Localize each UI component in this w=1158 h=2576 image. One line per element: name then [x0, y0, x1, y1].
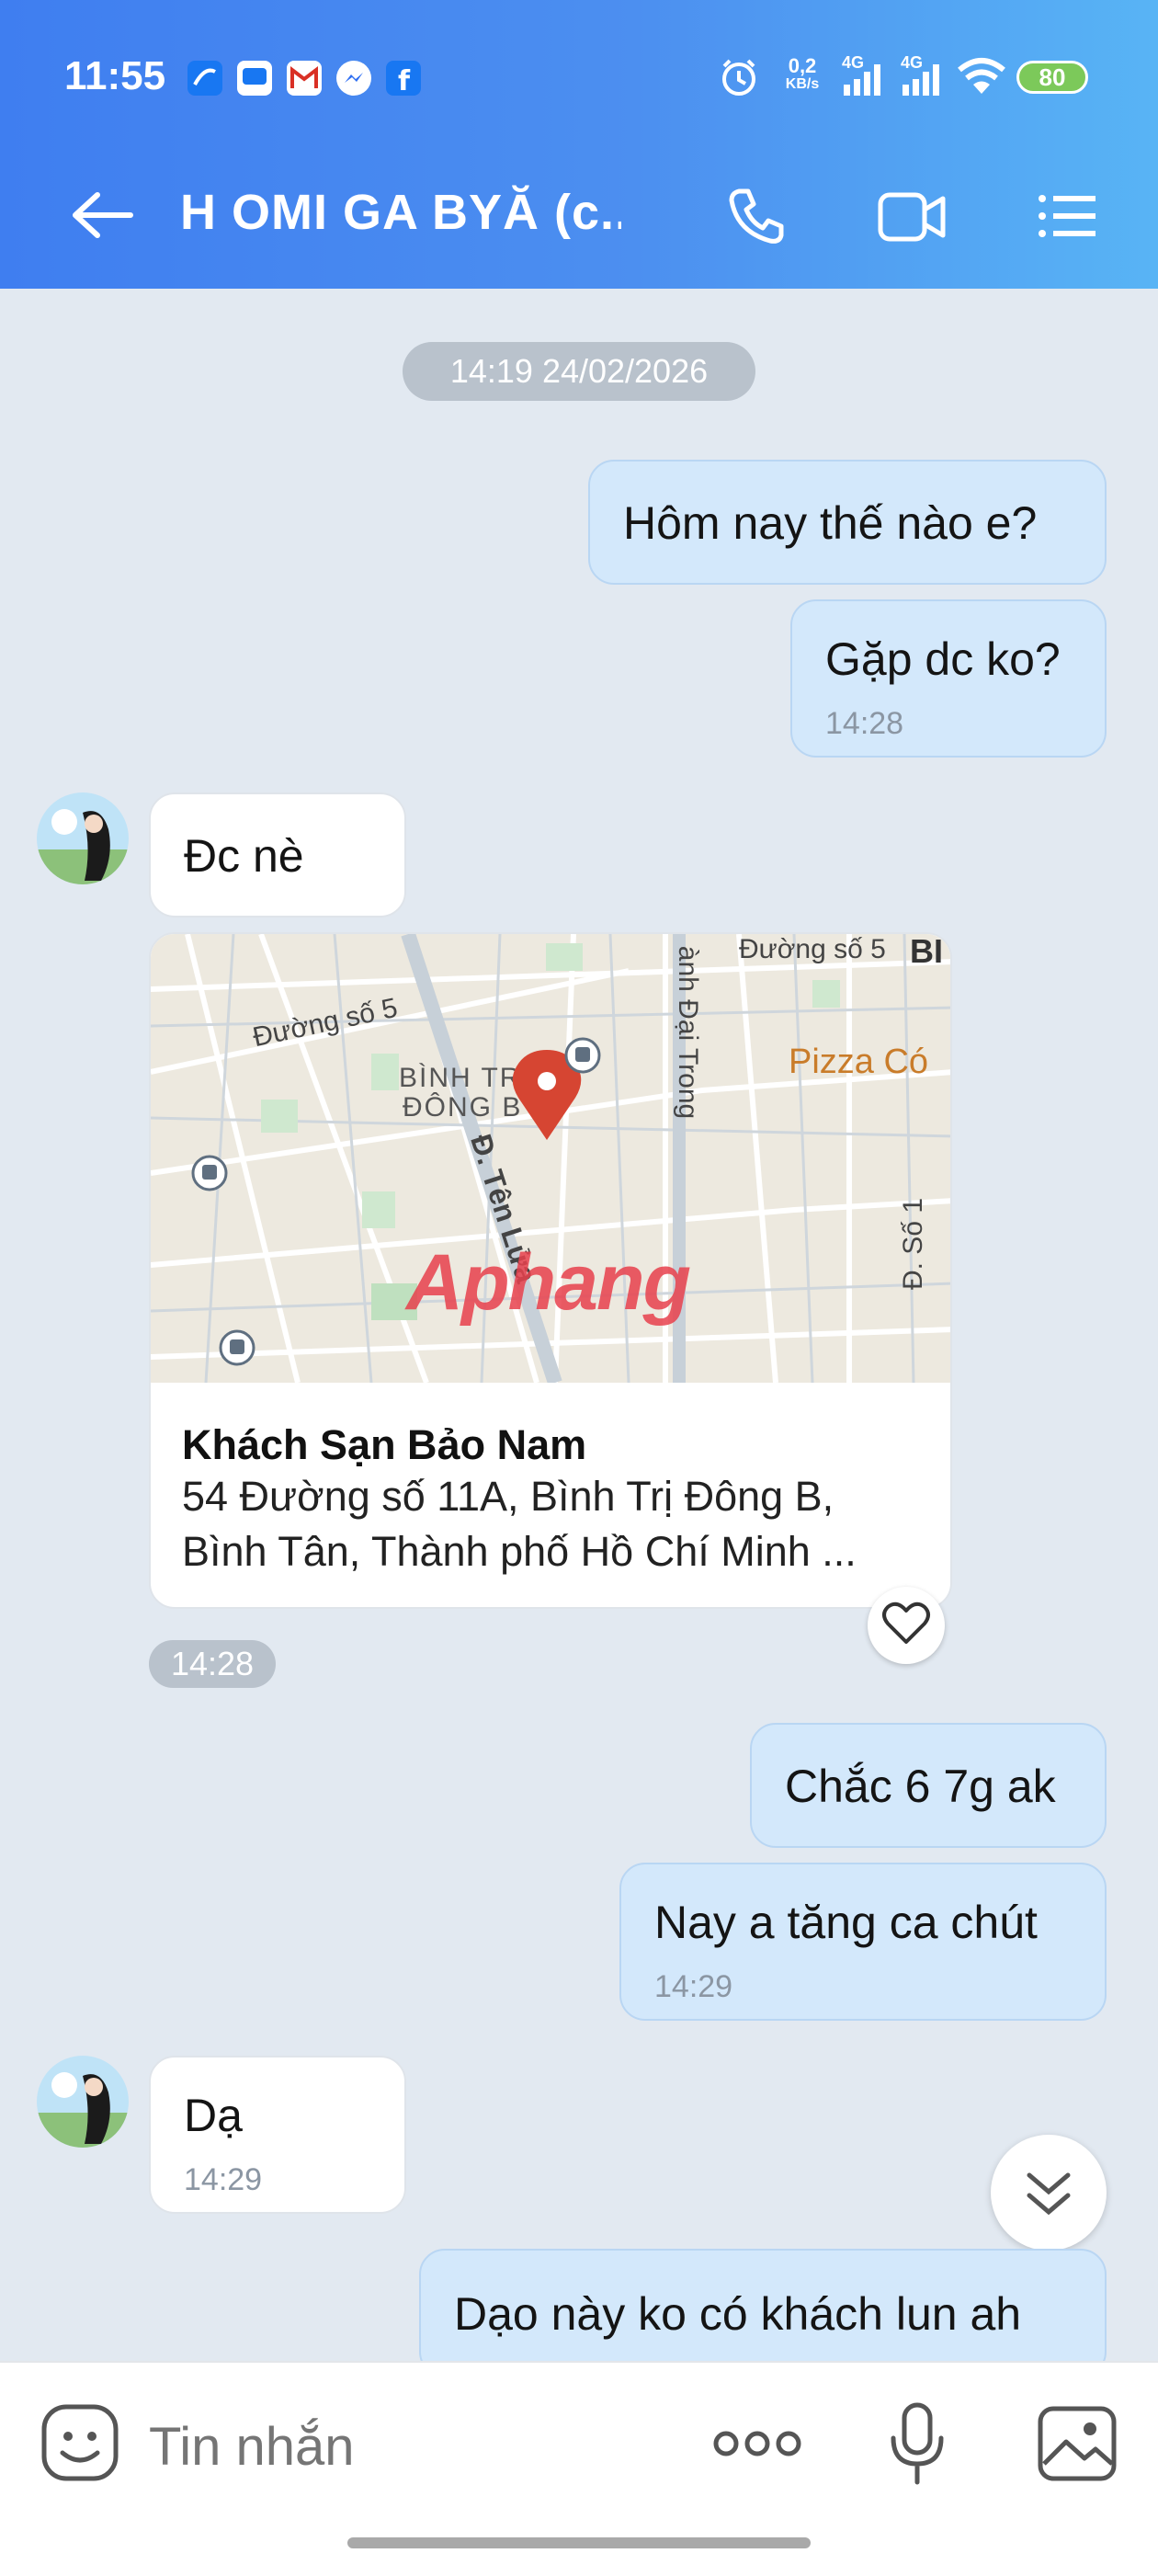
outgoing-message-bubble[interactable]: Nay a tăng ca chút 14:29 [619, 1863, 1107, 2021]
sim1-signal: 4G [842, 53, 890, 99]
message-time: 14:29 [184, 2162, 263, 2197]
net-speed-value: 0,2 [788, 54, 817, 77]
svg-text:f: f [398, 65, 411, 96]
place-name: Khách Sạn Bảo Nam [182, 1421, 587, 1468]
video-call-icon[interactable] [877, 189, 947, 245]
watermark-text: Aphang [406, 1238, 691, 1327]
incoming-message-bubble[interactable]: Đc nè [149, 792, 406, 918]
map-preview[interactable]: Đường số 5 Đường số 5 BÌNH TR ĐÔNG B Đ. … [151, 934, 950, 1383]
messenger-icon [336, 61, 371, 96]
message-time: 14:28 [825, 706, 904, 741]
incoming-message-bubble[interactable]: Dạ 14:29 [149, 2056, 406, 2214]
contact-avatar[interactable] [37, 792, 129, 884]
message-text: Dạ [184, 2090, 243, 2141]
outgoing-message-bubble[interactable]: Gặp dc ko? 14:28 [790, 599, 1107, 758]
status-time: 11:55 [64, 53, 166, 98]
battery-indicator: 80 [1016, 61, 1088, 94]
location-time: 14:28 [149, 1640, 276, 1688]
scroll-to-bottom-button[interactable] [991, 2135, 1107, 2251]
wifi-icon [958, 58, 1005, 94]
facebook-icon: f [386, 61, 421, 97]
location-card[interactable]: Đường số 5 Đường số 5 BÌNH TR ĐÔNG B Đ. … [149, 932, 952, 1609]
sim2-signal: 4G [901, 53, 948, 99]
place-address-line1: 54 Đường số 11A, Bình Trị Đông B, [182, 1473, 834, 1520]
map-label: Pizza Có [789, 1043, 929, 1081]
double-chevron-down-icon [1027, 2172, 1071, 2216]
outgoing-message-bubble[interactable]: Chắc 6 7g ak [750, 1723, 1107, 1848]
net-speed-unit: KB/s [785, 76, 820, 92]
map-label: BÌNH TR [399, 1063, 522, 1093]
react-heart-button[interactable] [868, 1587, 945, 1664]
bus-stop-icon [191, 1155, 228, 1191]
signal-bars-icon [844, 64, 880, 96]
menu-list-icon[interactable] [1037, 191, 1097, 241]
contact-avatar[interactable] [37, 2056, 129, 2148]
message-input[interactable] [147, 2409, 647, 2484]
bus-stop-icon [564, 1037, 601, 1074]
more-options-icon[interactable] [711, 2425, 803, 2462]
message-text: Dạo này ko có khách lun ah [454, 2288, 1022, 2340]
map-label: BI [910, 934, 943, 970]
signal-bars-icon [903, 64, 939, 96]
message-text: Chắc 6 7g ak [785, 1761, 1056, 1812]
message-text: Đc nè [184, 830, 304, 882]
place-address-line2: Bình Tân, Thành phố Hồ Chí Minh ... [182, 1528, 857, 1575]
outgoing-message-bubble[interactable]: Hôm nay thế nào e? [588, 460, 1107, 585]
bus-stop-icon [219, 1329, 255, 1366]
message-time: 14:29 [654, 1969, 733, 2004]
message-text: Gặp dc ko? [825, 633, 1061, 685]
sticker-emoji-icon[interactable] [40, 2403, 119, 2482]
map-label: ĐÔNG B [403, 1092, 523, 1123]
outgoing-message-bubble[interactable]: Dạo này ko có khách lun ah [419, 2249, 1107, 2377]
zalo-app-icon [187, 61, 222, 96]
microphone-icon[interactable] [886, 2401, 948, 2486]
gmail-icon [287, 61, 322, 96]
back-arrow-icon[interactable] [70, 189, 134, 241]
map-label: ành Đại Trong [673, 945, 704, 1120]
alarm-icon [722, 59, 755, 96]
messages-app-icon [237, 61, 272, 96]
home-indicator[interactable] [347, 2537, 811, 2548]
map-label: Đường số 5 [739, 934, 886, 964]
map-label: Đ. Số 1 [898, 1197, 929, 1291]
phone-call-icon[interactable] [726, 186, 787, 246]
conversation-title[interactable]: H OMI GA BYĂ (c... [180, 184, 621, 248]
message-text: Nay a tăng ca chút [654, 1897, 1038, 1948]
heart-icon [882, 1601, 930, 1644]
message-text: Hôm nay thế nào e? [623, 497, 1038, 549]
chat-header: 11:55 f 0,2 KB/s 4G 4G 80 H OMI GA BYĂ (… [0, 0, 1158, 289]
image-gallery-icon[interactable] [1037, 2405, 1118, 2482]
date-separator: 14:19 24/02/2026 [403, 342, 755, 401]
